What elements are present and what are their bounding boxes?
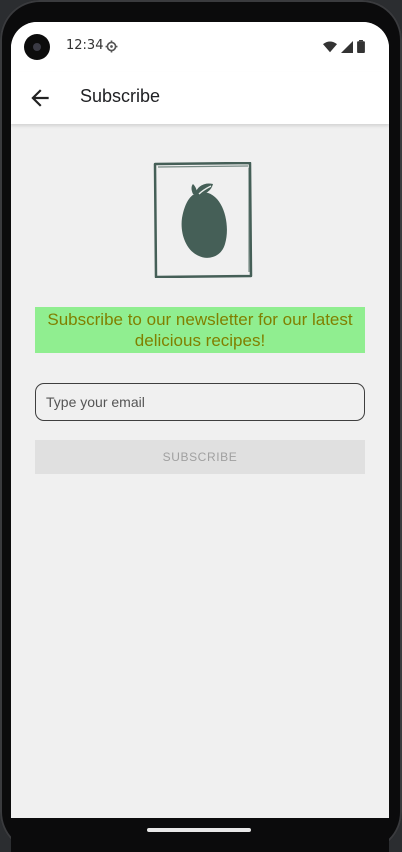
- status-time: 12:34: [66, 38, 104, 53]
- signal-icon: [341, 40, 353, 53]
- email-field[interactable]: [35, 383, 365, 421]
- settings-icon: [105, 40, 118, 53]
- gesture-handle[interactable]: [147, 828, 251, 832]
- screen: 12:34 Subscribe Subscribe to our newslet…: [11, 22, 389, 818]
- subscribe-button[interactable]: SUBSCRIBE: [35, 440, 365, 474]
- wifi-icon: [323, 40, 337, 52]
- status-bar: 12:34: [11, 22, 389, 72]
- status-icons: [323, 40, 365, 53]
- lemon-icon: [153, 162, 253, 278]
- newsletter-banner: Subscribe to our newsletter for our late…: [35, 307, 365, 353]
- app-bar: Subscribe: [11, 72, 389, 124]
- battery-icon: [357, 40, 365, 53]
- page-title: Subscribe: [80, 86, 161, 106]
- front-camera: [24, 34, 50, 60]
- navigation-bar: [11, 818, 389, 852]
- arrow-left-icon[interactable]: [27, 85, 53, 111]
